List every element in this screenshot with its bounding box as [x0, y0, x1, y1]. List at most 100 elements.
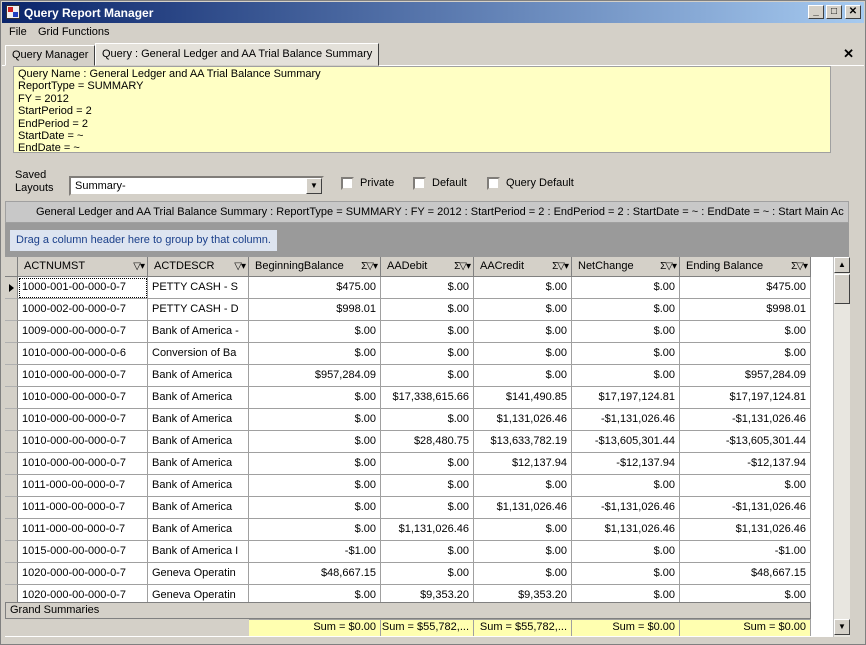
- cell-beginningbalance[interactable]: $48,667.15: [249, 563, 381, 585]
- default-checkbox-label[interactable]: Default: [432, 177, 467, 189]
- cell-actdescr[interactable]: PETTY CASH - S: [148, 277, 249, 299]
- cell-aadebit[interactable]: $17,338,615.66: [381, 387, 474, 409]
- table-row[interactable]: 1010-000-00-000-0-7 Bank of America $.00 $.…: [5, 453, 833, 475]
- cell-actnumst[interactable]: 1000-002-00-000-0-7: [18, 299, 148, 321]
- private-checkbox[interactable]: [341, 177, 354, 190]
- cell-ending-balance[interactable]: $17,197,124.81: [680, 387, 811, 409]
- cell-aadebit[interactable]: $.00: [381, 299, 474, 321]
- cell-beginningbalance[interactable]: $.00: [249, 409, 381, 431]
- cell-aadebit[interactable]: $.00: [381, 497, 474, 519]
- cell-netchange[interactable]: $.00: [572, 365, 680, 387]
- title-bar[interactable]: Query Report Manager _ □ ✕: [2, 2, 864, 23]
- row-selector[interactable]: [5, 431, 18, 453]
- table-row[interactable]: 1015-000-00-000-0-7 Bank of America I -$1.…: [5, 541, 833, 563]
- cell-aacredit[interactable]: $.00: [474, 541, 572, 563]
- cell-ending-balance[interactable]: $475.00: [680, 277, 811, 299]
- cell-beginningbalance[interactable]: $.00: [249, 475, 381, 497]
- row-selector[interactable]: [5, 541, 18, 563]
- cell-aadebit[interactable]: $.00: [381, 365, 474, 387]
- filter-icon[interactable]: Σ▽▾: [454, 257, 470, 276]
- cell-aacredit[interactable]: $.00: [474, 519, 572, 541]
- row-selector[interactable]: [5, 365, 18, 387]
- cell-netchange[interactable]: $.00: [572, 563, 680, 585]
- cell-aadebit[interactable]: $.00: [381, 321, 474, 343]
- cell-netchange[interactable]: $.00: [572, 343, 680, 365]
- column-header-beginningbalance[interactable]: BeginningBalance Σ▽▾: [249, 257, 381, 277]
- row-selector[interactable]: [5, 475, 18, 497]
- dropdown-arrow-icon[interactable]: ▼: [306, 178, 322, 194]
- cell-ending-balance[interactable]: $.00: [680, 321, 811, 343]
- cell-actnumst[interactable]: 1020-000-00-000-0-7: [18, 563, 148, 585]
- filter-icon[interactable]: Σ▽▾: [791, 257, 807, 276]
- cell-actdescr[interactable]: PETTY CASH - D: [148, 299, 249, 321]
- column-header-netchange[interactable]: NetChange Σ▽▾: [572, 257, 680, 277]
- cell-netchange[interactable]: $.00: [572, 277, 680, 299]
- vertical-scrollbar[interactable]: ▲ ▼: [833, 257, 850, 637]
- query-default-checkbox-label[interactable]: Query Default: [506, 177, 574, 189]
- cell-beginningbalance[interactable]: $.00: [249, 343, 381, 365]
- cell-aacredit[interactable]: $.00: [474, 563, 572, 585]
- filter-icon[interactable]: Σ▽▾: [552, 257, 568, 276]
- cell-netchange[interactable]: -$13,605,301.44: [572, 431, 680, 453]
- current-row-indicator-icon[interactable]: [5, 277, 18, 299]
- cell-ending-balance[interactable]: $998.01: [680, 299, 811, 321]
- cell-actnumst[interactable]: 1010-000-00-000-0-6: [18, 343, 148, 365]
- cell-aacredit[interactable]: $13,633,782.19: [474, 431, 572, 453]
- row-selector[interactable]: [5, 519, 18, 541]
- row-selector[interactable]: [5, 343, 18, 365]
- row-selector[interactable]: [5, 563, 18, 585]
- tab-query-general-ledger[interactable]: Query : General Ledger and AA Trial Bala…: [95, 43, 379, 66]
- menu-file[interactable]: File: [9, 26, 27, 38]
- column-header-actdescr[interactable]: ACTDESCR ▽▾: [148, 257, 249, 277]
- cell-actdescr[interactable]: Bank of America: [148, 453, 249, 475]
- cell-actdescr[interactable]: Bank of America: [148, 519, 249, 541]
- cell-actdescr[interactable]: Bank of America: [148, 497, 249, 519]
- row-selector[interactable]: [5, 453, 18, 475]
- cell-actdescr[interactable]: Bank of America: [148, 431, 249, 453]
- cell-beginningbalance[interactable]: $.00: [249, 431, 381, 453]
- close-window-button[interactable]: ✕: [845, 5, 861, 19]
- filter-icon[interactable]: Σ▽▾: [660, 257, 676, 276]
- data-grid[interactable]: ACTNUMST ▽▾ ACTDESCR ▽▾ BeginningBalance Σ▽▾ A…: [5, 257, 833, 637]
- cell-aadebit[interactable]: $.00: [381, 277, 474, 299]
- cell-actdescr[interactable]: Bank of America -: [148, 321, 249, 343]
- group-by-area[interactable]: Drag a column header here to group by th…: [5, 223, 849, 257]
- private-checkbox-label[interactable]: Private: [360, 177, 394, 189]
- cell-beginningbalance[interactable]: $.00: [249, 519, 381, 541]
- row-selector[interactable]: [5, 409, 18, 431]
- tab-query-manager[interactable]: Query Manager: [5, 45, 95, 66]
- cell-actdescr[interactable]: Bank of America: [148, 387, 249, 409]
- table-row[interactable]: 1010-000-00-000-0-7 Bank of America $.00 $2…: [5, 431, 833, 453]
- cell-aadebit[interactable]: $.00: [381, 409, 474, 431]
- row-selector[interactable]: [5, 497, 18, 519]
- cell-aacredit[interactable]: $1,131,026.46: [474, 409, 572, 431]
- row-selector[interactable]: [5, 387, 18, 409]
- table-row[interactable]: 1011-000-00-000-0-7 Bank of America $.00 $.…: [5, 497, 833, 519]
- scroll-up-icon[interactable]: ▲: [834, 257, 850, 273]
- table-row[interactable]: 1009-000-00-000-0-7 Bank of America - $.00…: [5, 321, 833, 343]
- cell-aadebit[interactable]: $.00: [381, 343, 474, 365]
- column-header-aadebit[interactable]: AADebit Σ▽▾: [381, 257, 474, 277]
- table-row[interactable]: 1010-000-00-000-0-7 Bank of America $.00 $.…: [5, 409, 833, 431]
- column-header-ending-balance[interactable]: Ending Balance Σ▽▾: [680, 257, 811, 277]
- table-row[interactable]: 1011-000-00-000-0-7 Bank of America $.00 $.…: [5, 475, 833, 497]
- table-row[interactable]: 1010-000-00-000-0-7 Bank of America $957,2…: [5, 365, 833, 387]
- cell-aacredit[interactable]: $.00: [474, 299, 572, 321]
- cell-actnumst[interactable]: 1015-000-00-000-0-7: [18, 541, 148, 563]
- cell-actnumst[interactable]: 1011-000-00-000-0-7: [18, 475, 148, 497]
- default-checkbox[interactable]: [413, 177, 426, 190]
- cell-ending-balance[interactable]: $.00: [680, 475, 811, 497]
- column-header-aacredit[interactable]: AACredit Σ▽▾: [474, 257, 572, 277]
- cell-beginningbalance[interactable]: -$1.00: [249, 541, 381, 563]
- cell-aadebit[interactable]: $.00: [381, 475, 474, 497]
- cell-beginningbalance[interactable]: $.00: [249, 321, 381, 343]
- cell-actdescr[interactable]: Geneva Operatin: [148, 563, 249, 585]
- filter-icon[interactable]: ▽▾: [234, 257, 245, 276]
- cell-beginningbalance[interactable]: $475.00: [249, 277, 381, 299]
- cell-ending-balance[interactable]: -$1.00: [680, 541, 811, 563]
- cell-aacredit[interactable]: $.00: [474, 475, 572, 497]
- cell-actdescr[interactable]: Bank of America: [148, 365, 249, 387]
- cell-aadebit[interactable]: $.00: [381, 453, 474, 475]
- cell-netchange[interactable]: $.00: [572, 475, 680, 497]
- cell-netchange[interactable]: -$1,131,026.46: [572, 409, 680, 431]
